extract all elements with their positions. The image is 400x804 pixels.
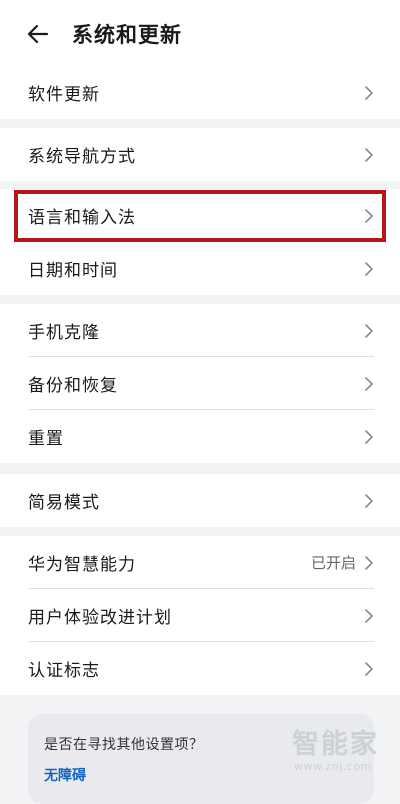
- settings-group: 软件更新: [0, 66, 400, 119]
- settings-item-label: 软件更新: [28, 85, 100, 105]
- settings-item-certification[interactable]: 认证标志: [0, 642, 400, 695]
- settings-group: 手机克隆 备份和恢复 重置: [0, 304, 400, 463]
- title-bar: 系统和更新: [0, 0, 400, 68]
- settings-item-label: 手机克隆: [28, 323, 100, 343]
- settings-item-huawei-assistant[interactable]: 华为智慧能力 已开启: [0, 536, 400, 589]
- chevron-right-icon: [365, 85, 374, 100]
- settings-item-label: 认证标志: [28, 661, 100, 681]
- watermark-logo: 智能家 www.znj.com: [288, 722, 388, 778]
- chevron-right-icon: [365, 208, 374, 223]
- settings-item-label: 语言和输入法: [28, 208, 136, 228]
- settings-item-label: 重置: [28, 429, 64, 449]
- settings-item-label: 系统导航方式: [28, 147, 136, 167]
- settings-item-label: 简易模式: [28, 493, 100, 513]
- settings-item-software-update[interactable]: 软件更新: [0, 66, 400, 119]
- settings-group: 简易模式: [0, 474, 400, 527]
- settings-item-label: 用户体验改进计划: [28, 608, 172, 628]
- settings-item-label: 华为智慧能力: [28, 555, 136, 575]
- chevron-right-icon: [365, 376, 374, 391]
- settings-item-reset[interactable]: 重置: [0, 410, 400, 463]
- settings-item-language-input[interactable]: 语言和输入法: [0, 189, 400, 242]
- settings-group: 华为智慧能力 已开启 用户体验改进计划 认证标志: [0, 536, 400, 695]
- settings-item-backup-restore[interactable]: 备份和恢复: [0, 357, 400, 410]
- accessibility-link[interactable]: 无障碍: [44, 765, 86, 785]
- settings-item-label: 日期和时间: [28, 261, 118, 281]
- settings-item-label: 备份和恢复: [28, 376, 118, 396]
- chevron-right-icon: [365, 323, 374, 338]
- settings-item-phone-clone[interactable]: 手机克隆: [0, 304, 400, 357]
- settings-item-navigation[interactable]: 系统导航方式: [0, 128, 400, 181]
- settings-group: 语言和输入法 日期和时间: [0, 189, 400, 295]
- chevron-right-icon: [365, 661, 374, 676]
- suggestion-question: 是否在寻找其他设置项？: [44, 737, 204, 753]
- watermark-brand: 智能家: [292, 729, 379, 760]
- chevron-right-icon: [365, 555, 374, 570]
- settings-item-value: 已开启: [310, 554, 356, 572]
- chevron-right-icon: [365, 261, 374, 276]
- settings-item-date-time[interactable]: 日期和时间: [0, 242, 400, 295]
- chevron-right-icon: [365, 608, 374, 623]
- arrow-left-icon[interactable]: [26, 22, 50, 46]
- page-title: 系统和更新: [72, 23, 182, 47]
- settings-group: 系统导航方式: [0, 128, 400, 181]
- chevron-right-icon: [365, 147, 374, 162]
- chevron-right-icon: [365, 429, 374, 444]
- settings-item-simple-mode[interactable]: 简易模式: [0, 474, 400, 527]
- settings-item-user-experience[interactable]: 用户体验改进计划: [0, 589, 400, 642]
- chevron-right-icon: [365, 493, 374, 508]
- watermark-url: www.znj.com: [294, 760, 372, 773]
